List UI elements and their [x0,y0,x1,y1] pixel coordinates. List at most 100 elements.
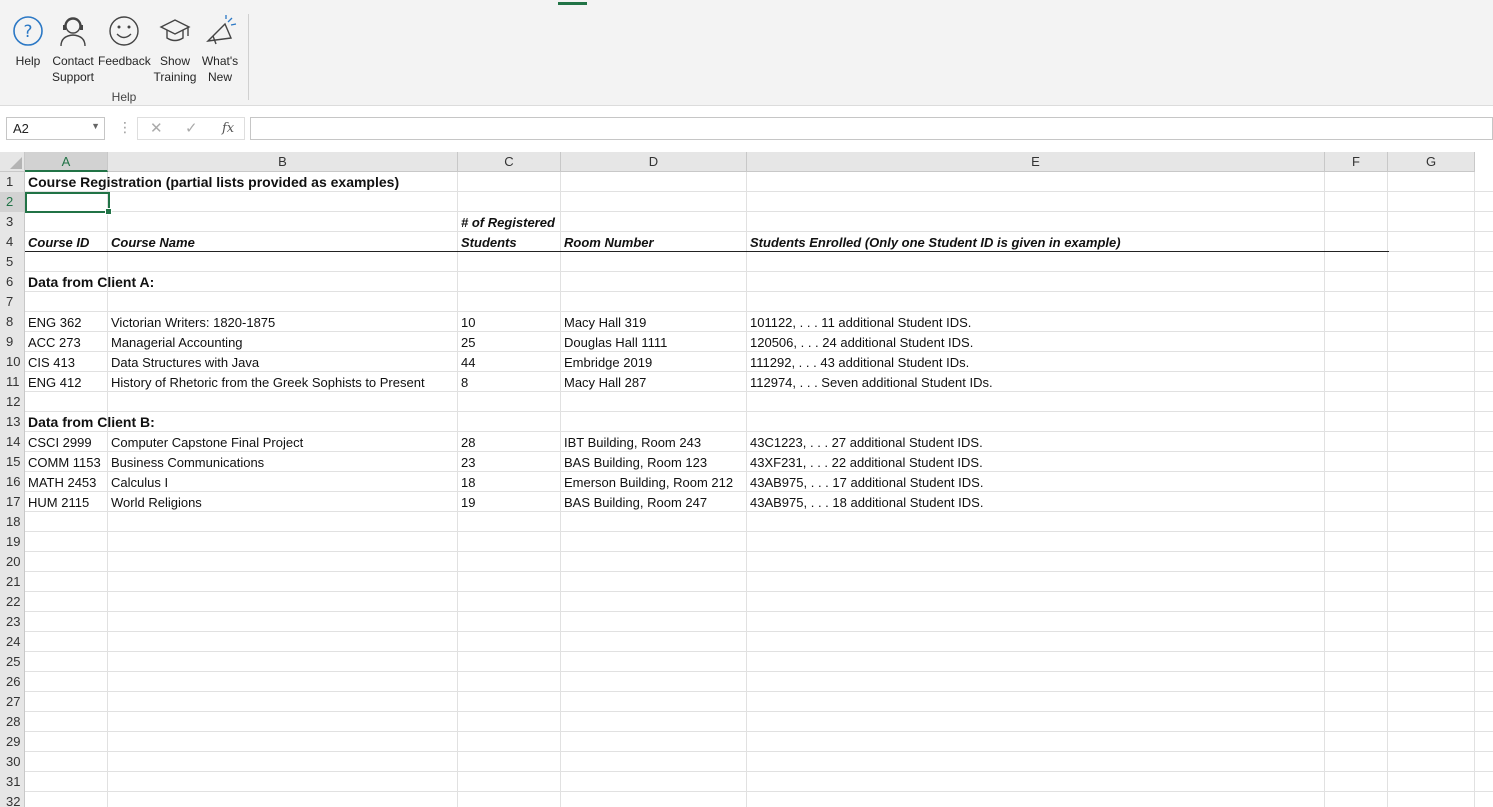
cell-d14[interactable]: IBT Building, Room 243 [561,432,701,452]
column-header-e[interactable]: E [747,152,1325,172]
cell-b17[interactable]: World Religions [108,492,202,512]
cell-b14[interactable]: Computer Capstone Final Project [108,432,303,452]
cell-d9[interactable]: Douglas Hall 1111 [561,332,667,352]
row-header[interactable]: 1 [0,172,25,192]
cell-e14[interactable]: 43C1223, . . . 27 additional Student IDS… [747,432,983,452]
cell-c16[interactable]: 18 [458,472,475,492]
cell-e15[interactable]: 43XF231, . . . 22 additional Student IDS… [747,452,983,472]
cell-b8[interactable]: Victorian Writers: 1820-1875 [108,312,275,332]
cell-a8[interactable]: ENG 362 [25,312,81,332]
check-icon[interactable]: ✓ [185,119,198,137]
cell-a14[interactable]: CSCI 2999 [25,432,92,452]
row-header[interactable]: 20 [0,552,25,572]
row-header[interactable]: 30 [0,752,25,772]
column-header-b[interactable]: B [108,152,458,172]
row-header[interactable]: 14 [0,432,25,452]
cell-c17[interactable]: 19 [458,492,475,512]
row-header[interactable]: 3 [0,212,25,232]
cell-c9[interactable]: 25 [458,332,475,352]
help-button[interactable]: ? Help [8,10,48,82]
row-header[interactable]: 15 [0,452,25,472]
cell-e10[interactable]: 111292, . . . 43 additional Student IDs. [747,352,969,372]
cell-a10[interactable]: CIS 413 [25,352,75,372]
cell-a1[interactable]: Course Registration (partial lists provi… [25,172,399,192]
cell-c3[interactable]: # of Registered [458,212,555,232]
cell-b4[interactable]: Course Name [108,232,195,252]
row-header[interactable]: 8 [0,312,25,332]
row-header[interactable]: 11 [0,372,25,392]
row-header[interactable]: 28 [0,712,25,732]
cell-b15[interactable]: Business Communications [108,452,264,472]
row-header[interactable]: 6 [0,272,25,292]
cell-a6[interactable]: Data from Client A: [25,272,154,292]
column-header-a[interactable]: A [25,152,108,172]
cell-e9[interactable]: 120506, . . . 24 additional Student IDS. [747,332,973,352]
cell-c4[interactable]: Students [458,232,517,252]
cell-c14[interactable]: 28 [458,432,475,452]
cell-a16[interactable]: MATH 2453 [25,472,96,492]
cell-d17[interactable]: BAS Building, Room 247 [561,492,707,512]
row-header[interactable]: 25 [0,652,25,672]
active-cell-selection[interactable] [25,192,112,215]
row-header[interactable]: 7 [0,292,25,312]
cell-a15[interactable]: COMM 1153 [25,452,101,472]
cell-c10[interactable]: 44 [458,352,475,372]
cell-a11[interactable]: ENG 412 [25,372,81,392]
spreadsheet-grid[interactable]: A B C D E F G 1 Course Registration (partial lis… [0,152,1493,807]
column-header-c[interactable]: C [458,152,561,172]
row-header[interactable]: 5 [0,252,25,272]
row-header[interactable]: 4 [0,232,25,252]
row-header[interactable]: 24 [0,632,25,652]
cell-c15[interactable]: 23 [458,452,475,472]
cell-d4[interactable]: Room Number [561,232,654,252]
cell-d10[interactable]: Embridge 2019 [561,352,652,372]
cell-e11[interactable]: 112974, . . . Seven additional Student I… [747,372,993,392]
column-header-d[interactable]: D [561,152,747,172]
cell-c11[interactable]: 8 [458,372,468,392]
row-header[interactable]: 19 [0,532,25,552]
cell-b9[interactable]: Managerial Accounting [108,332,243,352]
cell-a13[interactable]: Data from Client B: [25,412,155,432]
cell-a17[interactable]: HUM 2115 [25,492,89,512]
column-header-f[interactable]: F [1325,152,1388,172]
cell-a4[interactable]: Course ID [25,232,89,252]
row-header[interactable]: 9 [0,332,25,352]
row-header[interactable]: 31 [0,772,25,792]
select-all-corner[interactable] [0,152,25,172]
contact-support-button[interactable]: Contact Support [50,10,96,84]
insert-function-icon[interactable]: fx [222,121,234,136]
row-header[interactable]: 10 [0,352,25,372]
cell-d16[interactable]: Emerson Building, Room 212 [561,472,733,492]
row-header[interactable]: 2 [0,192,25,212]
whats-new-button[interactable]: What's New [200,10,240,84]
cell-e4[interactable]: Students Enrolled (Only one Student ID i… [747,232,1121,252]
cell-a9[interactable]: ACC 273 [25,332,81,352]
cell-b10[interactable]: Data Structures with Java [108,352,259,372]
cell-c8[interactable]: 10 [458,312,475,332]
show-training-button[interactable]: Show Training [152,10,198,84]
row-header[interactable]: 13 [0,412,25,432]
cell-b11[interactable]: History of Rhetoric from the Greek Sophi… [108,372,425,392]
cell-d8[interactable]: Macy Hall 319 [561,312,646,332]
row-header[interactable]: 26 [0,672,25,692]
feedback-button[interactable]: Feedback [98,10,151,82]
row-header[interactable]: 32 [0,792,25,807]
cell-d11[interactable]: Macy Hall 287 [561,372,646,392]
cell-e8[interactable]: 101122, . . . 11 additional Student IDS. [747,312,971,332]
formula-input[interactable] [250,117,1493,140]
cancel-icon[interactable]: ✕ [150,119,163,137]
row-header[interactable]: 21 [0,572,25,592]
row-header[interactable]: 12 [0,392,25,412]
cell-e16[interactable]: 43AB975, . . . 17 additional Student IDS… [747,472,983,492]
row-header[interactable]: 27 [0,692,25,712]
cell-b16[interactable]: Calculus I [108,472,168,492]
chevron-down-icon[interactable]: ▼ [91,121,100,131]
row-header[interactable]: 22 [0,592,25,612]
row-header[interactable]: 18 [0,512,25,532]
row-header[interactable]: 17 [0,492,25,512]
cell-d15[interactable]: BAS Building, Room 123 [561,452,707,472]
column-header-g[interactable]: G [1388,152,1475,172]
cell-e17[interactable]: 43AB975, . . . 18 additional Student IDS… [747,492,983,512]
row-header[interactable]: 23 [0,612,25,632]
row-header[interactable]: 16 [0,472,25,492]
